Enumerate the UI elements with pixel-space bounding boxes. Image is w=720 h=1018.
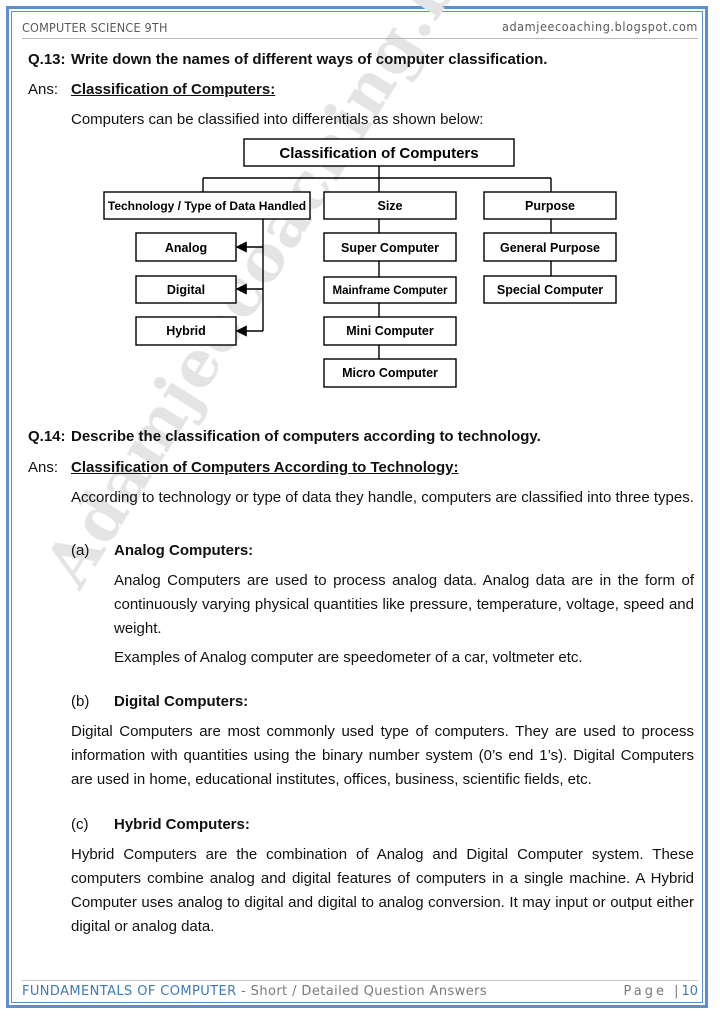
diagram-item-super: Super Computer [341,241,439,255]
diagram-branch-purpose: Purpose [525,199,575,213]
diagram-item-digital: Digital [167,283,205,297]
diagram-item-general: General Purpose [500,241,600,255]
diagram-item-mainframe: Mainframe Computer [332,285,448,297]
diagram-item-hybrid: Hybrid [166,324,206,338]
diagram-branch-technology: Technology / Type of Data Handled [108,199,306,213]
q14-question: Describe the classification of computers… [71,428,541,445]
q14-label: Q.14: [28,428,66,445]
section-a-marker: (a) [71,542,90,559]
diagram-item-mini: Mini Computer [346,324,434,338]
footer-page-label: Page | [623,984,682,999]
section-c-paragraph-1: Hybrid Computers are the combination of … [71,846,694,935]
page-footer: FUNDAMENTALS OF COMPUTER - Short / Detai… [22,980,698,1003]
section-a-paragraph-1: Analog Computers are used to process ana… [114,572,694,637]
section-b-title: Digital Computers: [114,693,249,710]
footer-page-number: 10 [681,984,698,999]
classification-diagram: Classification of Computers Technology /… [103,138,617,388]
section-c-marker: (c) [71,816,89,833]
section-a-paragraph-2: Examples of Analog computer are speedome… [114,649,583,666]
diagram-item-micro: Micro Computer [342,366,438,380]
diagram-root-label: Classification of Computers [279,145,478,162]
page: COMPUTER SCIENCE 9TH adamjeecoaching.blo… [0,0,720,1018]
q14-heading: Classification of Computers According to… [71,459,459,476]
q14-intro: According to technology or type of data … [71,489,694,506]
diagram-branch-size: Size [377,199,402,213]
footer-subtitle: - Short / Detailed Question Answers [236,984,488,999]
diagram-item-special: Special Computer [497,283,603,297]
q14-ans-label: Ans: [28,459,59,476]
diagram-item-analog: Analog [165,241,207,255]
section-b-paragraph-1: Digital Computers are most commonly used… [71,723,694,788]
section-b-marker: (b) [71,693,90,710]
section-c-title: Hybrid Computers: [114,816,250,833]
footer-subject: FUNDAMENTALS OF COMPUTER [22,984,237,999]
section-a-title: Analog Computers: [114,542,254,559]
